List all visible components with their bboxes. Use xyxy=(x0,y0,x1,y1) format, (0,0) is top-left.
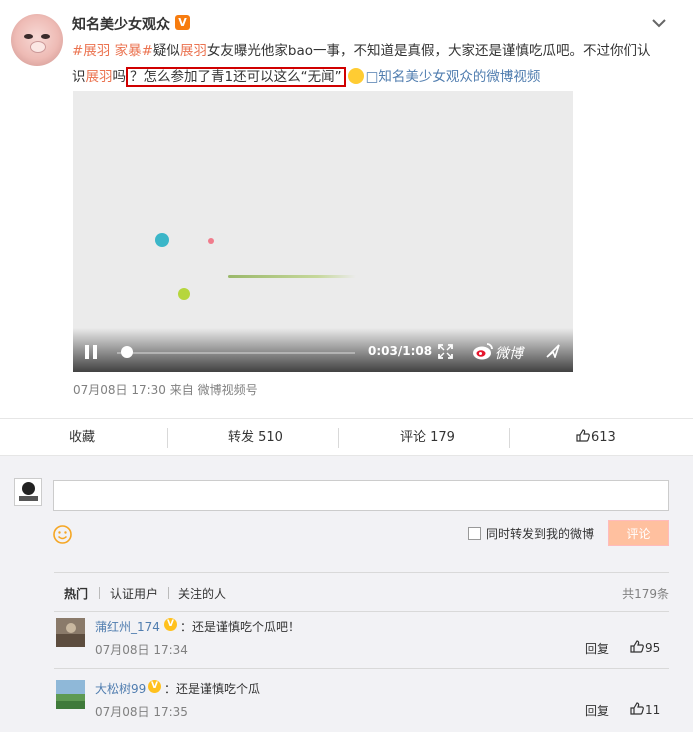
comment-like-button[interactable]: 95 xyxy=(630,640,660,655)
divider xyxy=(99,587,100,599)
like-button[interactable]: 613 xyxy=(576,419,616,456)
filter-hot[interactable]: 热门 xyxy=(64,585,88,602)
author-avatar[interactable] xyxy=(11,14,63,66)
post-meta: 07月08日 17:30 来自 微博视频号 xyxy=(73,383,258,397)
commenter-avatar[interactable] xyxy=(56,680,85,709)
forward-checkbox[interactable] xyxy=(468,527,481,540)
weibo-logo-icon[interactable]: 微博 xyxy=(472,341,532,362)
reply-button[interactable]: 回复 xyxy=(585,640,609,657)
comment-input[interactable] xyxy=(53,480,669,511)
post-text-part: 疑似 xyxy=(152,43,180,59)
comment-like-count: 95 xyxy=(645,641,661,655)
comment-item: 蒲红州_174 V ：还是谨慎吃个瓜吧！ 07月08日 17:34 回复 95 xyxy=(54,612,669,674)
comment-time: 07月08日 17:34 xyxy=(95,643,188,657)
fullscreen-icon[interactable] xyxy=(438,344,453,359)
reply-button[interactable]: 回复 xyxy=(585,702,609,719)
video-progress-track[interactable] xyxy=(117,352,355,354)
comment-total: 共179条 xyxy=(622,587,669,601)
verified-user-icon: V xyxy=(148,680,161,693)
video-dot-cyan xyxy=(155,233,169,247)
emoji-icon xyxy=(347,68,364,84)
comment-button[interactable]: 评论 179 xyxy=(400,419,455,456)
post-text-part: 吗 xyxy=(112,69,127,85)
weibo-post: 知名美少女观众 V #展羽 家暴#疑似展羽女友曝光他家bao一事，不知道是真假，… xyxy=(0,0,693,418)
video-control-bar: 0:03/1:08 微博 xyxy=(73,328,573,372)
like-count: 613 xyxy=(591,430,616,445)
hashtag-link[interactable]: #展羽 家暴# xyxy=(72,43,153,59)
keyword-highlight: 展羽 xyxy=(179,43,207,59)
pause-icon[interactable] xyxy=(85,345,99,359)
forward-option[interactable]: 同时转发到我的微博 xyxy=(468,525,594,542)
smiley-icon[interactable] xyxy=(53,525,72,544)
weibo-logo-text: 微博 xyxy=(495,346,523,362)
comment-divider xyxy=(54,668,669,669)
video-light-streak xyxy=(228,275,356,278)
submit-comment-button[interactable]: 评论 xyxy=(608,520,669,546)
filter-verified[interactable]: 认证用户 xyxy=(110,585,158,602)
verified-user-icon: V xyxy=(164,618,177,631)
divider xyxy=(338,428,339,448)
action-bar: 收藏 转发 510 评论 179 613 xyxy=(0,418,693,456)
comment-filter-bar: 热门 认证用户 关注的人 共179条 xyxy=(54,572,669,612)
filter-following[interactable]: 关注的人 xyxy=(178,585,226,602)
commenter-name[interactable]: 蒲红州_174 xyxy=(95,618,160,635)
video-time: 0:03/1:08 xyxy=(368,344,433,358)
divider xyxy=(509,428,510,448)
video-source-link[interactable]: 知名美少女观众的微博视频 xyxy=(378,69,540,85)
video-dot-pink xyxy=(208,238,214,244)
forward-button[interactable]: 转发 510 xyxy=(228,419,283,456)
video-dot-green xyxy=(178,288,190,300)
post-text: #展羽 家暴#疑似展羽女友曝光他家bao一事，不知道是真假，大家还是谨慎吃瓜吧。… xyxy=(72,38,662,90)
comment-section: 同时转发到我的微博 评论 热门 认证用户 关注的人 共179条 蒲红州_174 … xyxy=(0,456,693,732)
thumb-up-icon xyxy=(630,702,644,715)
comment-text: ：还是谨慎吃个瓜 xyxy=(164,682,261,696)
comment-like-button[interactable]: 11 xyxy=(630,702,660,717)
comment-item: 大松树99 V ：还是谨慎吃个瓜 07月08日 17:35 回复 11 xyxy=(54,674,669,732)
commenter-name[interactable]: 大松树99 xyxy=(95,680,146,697)
divider xyxy=(168,587,169,599)
video-link-icon[interactable]: □ xyxy=(366,69,379,85)
author-name[interactable]: 知名美少女观众 xyxy=(72,14,170,34)
forward-checkbox-label: 同时转发到我的微博 xyxy=(486,527,595,541)
comment-time: 07月08日 17:35 xyxy=(95,705,188,719)
thumb-up-icon xyxy=(576,429,590,442)
divider xyxy=(167,428,168,448)
share-icon[interactable] xyxy=(546,344,560,358)
my-avatar[interactable] xyxy=(14,478,42,506)
video-player[interactable]: 0:03/1:08 微博 xyxy=(73,91,573,372)
comment-like-count: 11 xyxy=(645,703,661,717)
highlighted-question: ？怎么参加了青1还可以这么“无闻” xyxy=(126,67,346,87)
commenter-avatar[interactable] xyxy=(56,618,85,647)
video-progress-knob[interactable] xyxy=(121,346,134,358)
chevron-down-icon[interactable] xyxy=(650,14,668,32)
keyword-highlight: 展羽 xyxy=(85,69,113,85)
collect-button[interactable]: 收藏 xyxy=(69,419,95,456)
thumb-up-icon xyxy=(630,640,644,653)
verified-badge: V xyxy=(175,15,190,30)
comment-text: ：还是谨慎吃个瓜吧！ xyxy=(180,620,301,634)
